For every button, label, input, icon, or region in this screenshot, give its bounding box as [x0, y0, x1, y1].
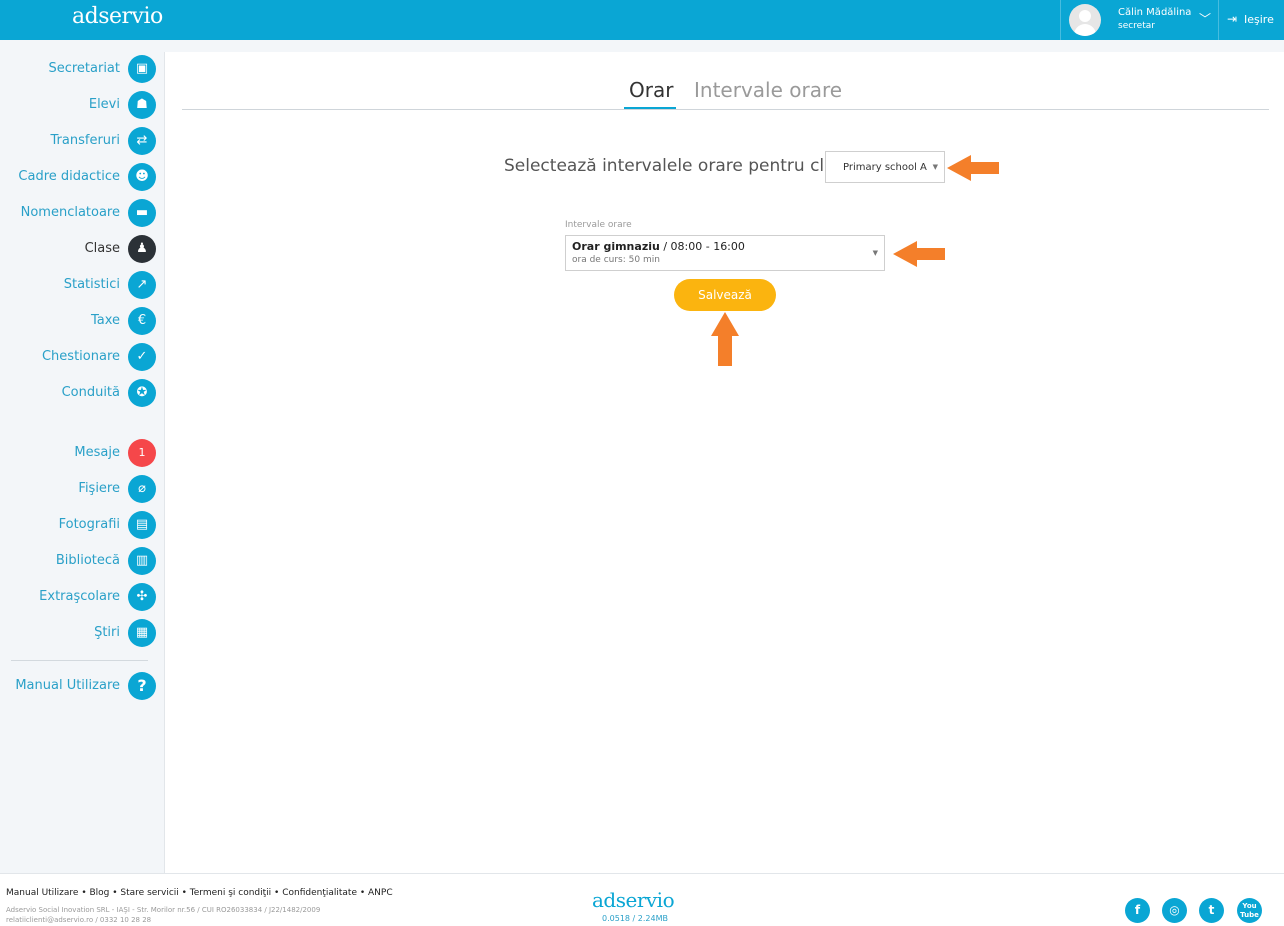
- books-icon: ▥: [128, 547, 156, 575]
- tabs-divider: [182, 109, 1269, 110]
- sidebar-item-secretariat[interactable]: Secretariat ▣: [0, 54, 164, 84]
- sidebar: Secretariat ▣ Elevi ☗ Transferuri ⇄ Cadr…: [0, 40, 164, 873]
- sidebar-item-label: Elevi: [88, 97, 120, 112]
- sidebar-item-biblioteca[interactable]: Bibliotecă ▥: [0, 546, 164, 576]
- interval-name: Orar gimnaziu: [572, 240, 660, 253]
- list-icon: ▬: [128, 199, 156, 227]
- caret-down-icon: ▼: [932, 163, 938, 171]
- logout-button[interactable]: ⇥ Ieşire: [1218, 0, 1284, 40]
- sidebar-item-nomenclatoare[interactable]: Nomenclatoare ▬: [0, 198, 164, 228]
- annotation-arrow-up-icon: [711, 312, 739, 366]
- sidebar-item-label: Chestionare: [41, 349, 120, 364]
- sidebar-item-label: Bibliotecă: [55, 553, 120, 568]
- sidebar-item-label: Statistici: [63, 277, 120, 292]
- sidebar-item-label: Cadre didactice: [18, 169, 120, 184]
- user-name: Călin Mădălina: [1118, 7, 1192, 18]
- sidebar-item-fotografii[interactable]: Fotografii ▤: [0, 510, 164, 540]
- user-role: secretar: [1118, 21, 1155, 31]
- footer: Manual Utilizare • Blog • Stare servicii…: [0, 873, 1284, 926]
- sidebar-item-mesaje[interactable]: Mesaje 1: [0, 438, 164, 468]
- sidebar-item-label: Manual Utilizare: [15, 678, 120, 693]
- sidebar-item-label: Fişiere: [78, 481, 120, 496]
- sidebar-item-label: Nomenclatoare: [20, 205, 120, 220]
- sidebar-item-stiri[interactable]: Ştiri ▦: [0, 618, 164, 648]
- logout-icon: ⇥: [1227, 12, 1238, 26]
- activities-icon: ✣: [128, 583, 156, 611]
- sidebar-item-label: Ştiri: [94, 625, 120, 640]
- footer-contact: relatiiclienti@adservio.ro / 0332 10 28 …: [6, 916, 152, 924]
- tab-orar[interactable]: Orar: [629, 78, 673, 102]
- sidebar-item-fisiere[interactable]: Fişiere ⌀: [0, 474, 164, 504]
- logout-label: Ieşire: [1244, 13, 1274, 26]
- annotation-arrow-left-icon: [947, 155, 999, 181]
- medal-icon: ✪: [128, 379, 156, 407]
- tab-intervale-orare[interactable]: Intervale orare: [694, 78, 842, 102]
- sidebar-item-extrascolare[interactable]: Extraşcolare ✣: [0, 582, 164, 612]
- sidebar-item-chestionare[interactable]: Chestionare ✓: [0, 342, 164, 372]
- classroom-icon: ♟: [128, 235, 156, 263]
- annotation-arrow-left-icon: [893, 241, 945, 267]
- youtube-icon[interactable]: You Tube: [1237, 898, 1262, 923]
- footer-version: 0.0518 / 2.24MB: [602, 914, 668, 923]
- sidebar-item-label: Conduită: [61, 385, 120, 400]
- sidebar-item-transferuri[interactable]: Transferuri ⇄: [0, 126, 164, 156]
- class-select[interactable]: Primary school A ▼: [825, 151, 945, 183]
- sidebar-item-clase[interactable]: Clase ♟: [0, 234, 164, 264]
- sidebar-item-elevi[interactable]: Elevi ☗: [0, 90, 164, 120]
- main-panel: Orar Intervale orare Selectează interval…: [164, 52, 1284, 873]
- sidebar-item-conduita[interactable]: Conduită ✪: [0, 378, 164, 408]
- avatar: [1069, 4, 1101, 36]
- footer-company: Adservio Social Inovation SRL - IAŞI - S…: [6, 906, 321, 914]
- sidebar-item-label: Secretariat: [48, 61, 120, 76]
- sidebar-item-label: Extraşcolare: [39, 589, 120, 604]
- sidebar-item-taxe[interactable]: Taxe €: [0, 306, 164, 336]
- help-icon: ?: [128, 672, 156, 700]
- transfer-arrows-icon: ⇄: [128, 127, 156, 155]
- message-badge: 1: [128, 439, 156, 467]
- chart-line-icon: ↗: [128, 271, 156, 299]
- sidebar-item-label: Transferuri: [50, 133, 120, 148]
- instagram-icon[interactable]: ◎: [1162, 898, 1187, 923]
- euro-icon: €: [128, 307, 156, 335]
- intervals-select[interactable]: Orar gimnaziu / 08:00 - 16:00 ora de cur…: [565, 235, 885, 271]
- photos-icon: ▤: [128, 511, 156, 539]
- news-icon: ▦: [128, 619, 156, 647]
- sidebar-item-manual-utilizare[interactable]: Manual Utilizare ?: [0, 671, 164, 701]
- sidebar-item-label: Mesaje: [74, 445, 120, 460]
- footer-logo: adservio: [592, 888, 675, 912]
- save-button[interactable]: Salvează: [674, 279, 776, 311]
- interval-range: / 08:00 - 16:00: [659, 240, 745, 253]
- class-select-value: Primary school A: [843, 162, 927, 173]
- graduate-icon: ☗: [128, 91, 156, 119]
- sidebar-item-statistici[interactable]: Statistici ↗: [0, 270, 164, 300]
- caret-down-icon: ▼: [872, 249, 878, 257]
- sidebar-item-cadre-didactice[interactable]: Cadre didactice ☻: [0, 162, 164, 192]
- sidebar-item-label: Clase: [84, 241, 120, 256]
- interval-subtext: ora de curs: 50 min: [572, 255, 660, 265]
- sidebar-divider: [11, 660, 148, 661]
- facebook-icon[interactable]: f: [1125, 898, 1150, 923]
- checklist-icon: ✓: [128, 343, 156, 371]
- user-menu[interactable]: Călin Mădălina secretar ﹀: [1060, 0, 1218, 40]
- app-logo[interactable]: adservio: [72, 4, 163, 29]
- class-select-prompt: Selectează intervalele orare pentru clas…: [504, 156, 854, 176]
- twitter-icon[interactable]: t: [1199, 898, 1224, 923]
- id-badge-icon: ▣: [128, 55, 156, 83]
- interval-option: Orar gimnaziu / 08:00 - 16:00: [572, 240, 745, 253]
- teacher-icon: ☻: [128, 163, 156, 191]
- paperclip-icon: ⌀: [128, 475, 156, 503]
- footer-links[interactable]: Manual Utilizare • Blog • Stare servicii…: [6, 888, 393, 898]
- sidebar-item-label: Taxe: [90, 313, 120, 328]
- chevron-down-icon[interactable]: ﹀: [1199, 10, 1211, 27]
- intervals-label: Intervale orare: [565, 220, 632, 230]
- sidebar-item-label: Fotografii: [58, 517, 120, 532]
- top-bar: adservio Călin Mădălina secretar ﹀ ⇥ Ieş…: [0, 0, 1284, 40]
